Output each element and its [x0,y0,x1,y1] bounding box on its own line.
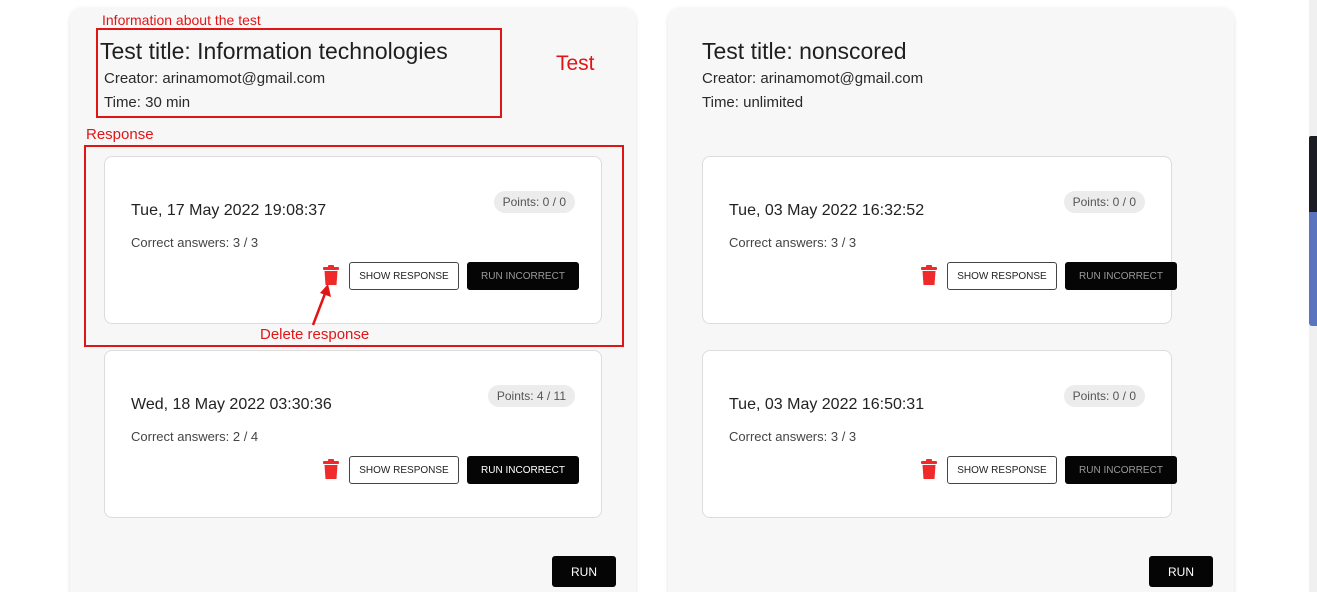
response-card: Tue, 03 May 2022 16:50:31 Correct answer… [702,350,1177,518]
run-incorrect-button[interactable]: RUN INCORRECT [1065,262,1177,290]
run-incorrect-button[interactable]: RUN INCORRECT [467,456,579,484]
response-card: Tue, 03 May 2022 16:32:52 Correct answer… [702,156,1177,324]
test-card: Test title: nonscored Creator: arinamomo… [668,8,1234,592]
show-response-button[interactable]: SHOW RESPONSE [947,456,1057,484]
run-incorrect-button[interactable]: RUN INCORRECT [1065,456,1177,484]
points-badge: Points: 0 / 0 [1063,191,1145,213]
response-date: Wed, 18 May 2022 03:30:36 [131,396,332,413]
annotation-delete-label: Delete response [260,326,370,343]
show-response-button[interactable]: SHOW RESPONSE [947,262,1057,290]
response-correct-answers: Correct answers: 3 / 3 [729,235,857,250]
response-correct-answers: Correct answers: 2 / 4 [131,429,259,444]
response-correct-answers: Correct answers: 3 / 3 [729,429,857,444]
annotation-response-label: Response [86,126,154,143]
run-test-button[interactable]: RUN [552,556,616,587]
show-response-button[interactable]: SHOW RESPONSE [349,456,459,484]
response-date: Tue, 03 May 2022 16:50:31 [729,396,925,413]
points-badge: Points: 0 / 0 [1063,385,1145,407]
test-title: Test title: nonscored [702,38,907,64]
test-time: Time: unlimited [702,94,804,111]
annotation-test-label: Test [556,52,595,75]
trash-icon[interactable] [921,459,937,479]
annotation-info-label: Information about the test [102,12,261,28]
trash-icon[interactable] [921,265,937,285]
test-creator: Creator: arinamomot@gmail.com [702,70,924,87]
annotation-response-box [84,145,624,347]
points-badge: Points: 4 / 11 [487,385,575,407]
scrollbar-thumb-accent[interactable] [1309,212,1317,326]
response-card: Wed, 18 May 2022 03:30:36 Correct answer… [104,350,602,518]
response-date: Tue, 03 May 2022 16:32:52 [729,202,925,219]
trash-icon[interactable] [323,459,339,479]
annotation-info-box [96,28,502,118]
scrollbar-thumb[interactable] [1309,136,1317,216]
annotation-arrow-icon [311,284,331,326]
run-test-button[interactable]: RUN [1149,556,1213,587]
